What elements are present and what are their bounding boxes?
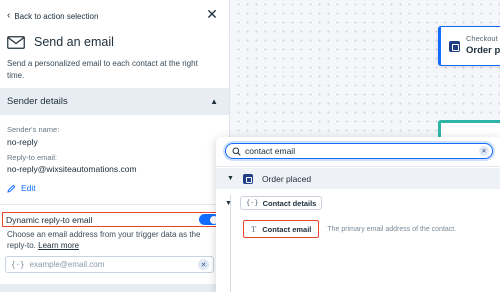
dynamic-value-icon: {·} <box>11 260 25 269</box>
search-value: contact email <box>245 146 296 156</box>
panel-title: Send an email <box>34 35 114 49</box>
sender-name-value: no-reply <box>7 137 38 147</box>
node-subtitle: Checkout <box>466 34 498 43</box>
search-input[interactable]: contact email ✕ <box>225 143 493 159</box>
contact-details-group[interactable]: ▼ {·} Contact details <box>225 196 323 210</box>
divider <box>0 204 229 205</box>
envelope-icon <box>7 35 25 49</box>
contact-details-label: Contact details <box>262 198 317 208</box>
panel-title-row: Send an email <box>7 35 114 49</box>
sender-name-label: Sender's name: <box>7 125 60 134</box>
section-title: Sender details <box>7 96 68 107</box>
chevron-left-icon: ‹ <box>7 10 11 21</box>
chevron-up-icon: ▲ <box>210 97 218 106</box>
trigger-group-label: Order placed <box>261 173 312 184</box>
back-label: Back to action selection <box>14 11 99 21</box>
caret-down-icon: ▼ <box>225 199 232 207</box>
edit-label: Edit <box>21 183 36 193</box>
contact-email-option[interactable]: T Contact email <box>243 220 320 238</box>
dynamic-reply-text: Choose an email address from your trigge… <box>7 230 201 250</box>
sender-details-section-header[interactable]: Sender details ▲ <box>0 88 229 115</box>
reply-to-email-input[interactable]: {·} example@email.com ✕ <box>5 256 214 273</box>
reply-to-label: Reply-to email: <box>7 153 58 162</box>
next-section-header <box>0 284 229 292</box>
panel-description: Send a personalized email to each contac… <box>7 59 198 80</box>
action-settings-panel: ‹ Back to action selection ✕ Send an ema… <box>0 0 230 292</box>
divider <box>216 166 500 167</box>
node-title: Order p <box>466 45 500 56</box>
dynamic-reply-to-description: Choose an email address from your trigge… <box>7 229 219 251</box>
contact-details-chip: {·} Contact details <box>239 196 323 210</box>
clear-icon[interactable]: ✕ <box>479 146 489 156</box>
trigger-node[interactable]: Checkout Order p <box>438 26 500 66</box>
edit-sender-button[interactable]: Edit <box>7 183 36 193</box>
pencil-icon <box>7 184 16 193</box>
close-icon[interactable]: ✕ <box>205 6 219 22</box>
order-icon <box>242 173 253 184</box>
contact-email-label: Contact email <box>262 224 312 234</box>
learn-more-link[interactable]: Learn more <box>38 241 79 250</box>
reply-to-value: no-reply@wixsiteautomations.com <box>7 164 137 174</box>
contact-email-row: T Contact email The primary email addres… <box>243 220 456 238</box>
back-to-action-selection[interactable]: ‹ Back to action selection <box>7 9 98 23</box>
clear-icon[interactable]: ✕ <box>198 259 209 270</box>
search-icon <box>232 147 241 156</box>
dynamic-value-icon: {·} <box>245 199 259 207</box>
dynamic-reply-to-label: Dynamic reply-to email <box>6 214 93 225</box>
contact-email-description: The primary email address of the contact… <box>327 225 457 233</box>
email-placeholder: example@email.com <box>29 260 105 269</box>
trigger-group-order-placed[interactable]: ▼ Order placed <box>216 168 500 189</box>
text-type-icon: T <box>251 224 257 234</box>
order-icon <box>449 41 460 52</box>
caret-down-icon: ▼ <box>227 175 234 182</box>
dynamic-value-picker: contact email ✕ ▼ Order placed ▼ {·} Con… <box>216 137 500 292</box>
dynamic-reply-to-row: Dynamic reply-to email <box>2 212 223 227</box>
